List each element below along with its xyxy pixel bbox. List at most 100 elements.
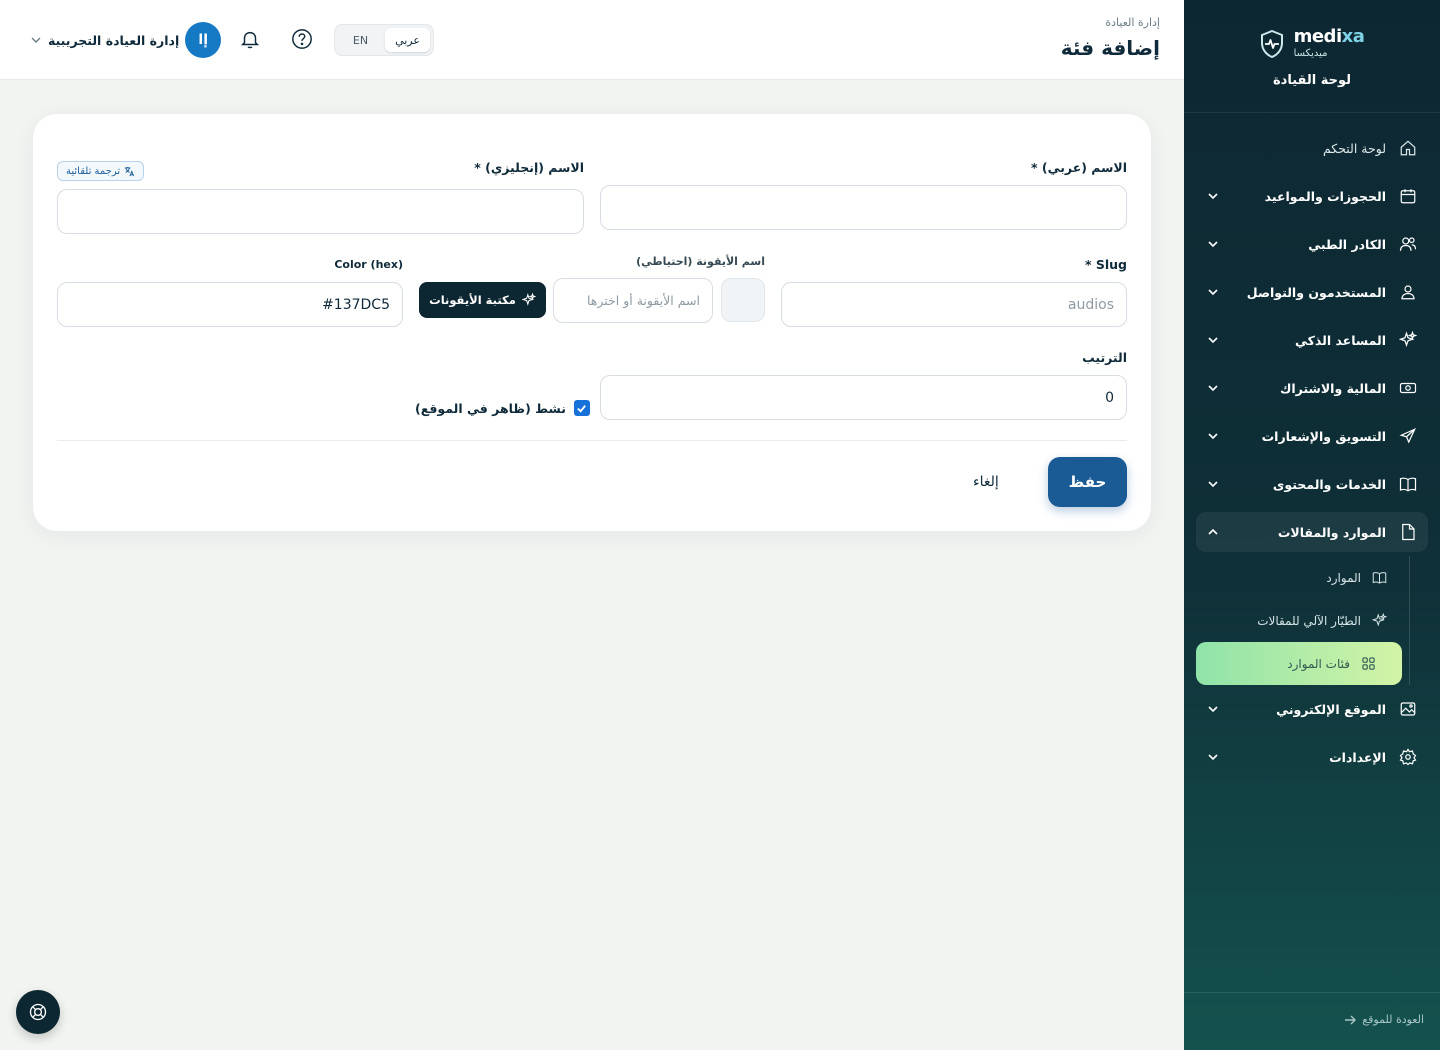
sidebar-subitem-resource-categories[interactable]: فئات الموارد [1196, 642, 1402, 685]
sidebar-item-medical-staff[interactable]: الكادر الطبي [1196, 220, 1428, 268]
calendar-icon [1398, 186, 1418, 206]
icon-name-label: اسم الأيقونة (احتياطي) [636, 255, 765, 268]
sidebar-item-settings[interactable]: الإعدادات [1196, 733, 1428, 781]
shield-logo-icon [1260, 29, 1283, 58]
chevron-down-icon [30, 31, 42, 50]
chevron-down-icon [1206, 702, 1220, 716]
slug-label: Slug * [1084, 257, 1127, 272]
chevron-down-icon [1206, 750, 1220, 764]
icon-name-input[interactable] [553, 278, 713, 323]
name-ar-input[interactable] [600, 185, 1127, 230]
sidebar-item-resources[interactable]: الموارد والمقالات [1196, 512, 1428, 552]
color-hex-input[interactable] [57, 282, 403, 327]
resources-subnav: الموارد الطيّار الآلي للمقالات فئات المو… [1196, 556, 1410, 685]
cancel-button[interactable]: إلغاء [973, 469, 999, 495]
sidebar-footer: العودة للموقع [1184, 992, 1440, 1050]
icon-preview [721, 278, 765, 322]
sparkles-icon [1371, 613, 1387, 629]
user-menu[interactable]: إدارة العيادة التجريبية إا [30, 22, 222, 58]
lang-ar-button[interactable]: عربي [385, 28, 430, 52]
sidebar-item-marketing[interactable]: التسويق والإشعارات [1196, 412, 1428, 460]
sidebar-item-dashboard[interactable]: لوحة التحكم [1196, 124, 1428, 172]
gear-icon [1398, 747, 1418, 767]
name-ar-label: الاسم (عربي) * [1030, 160, 1127, 175]
brand: medixa ميديكسا لوحة القيادة [1184, 28, 1440, 88]
top-header: إدارة العيادة إضافة فئة EN عربي إدارة ال… [0, 0, 1184, 80]
lifebuoy-icon [29, 1003, 47, 1021]
order-input[interactable] [600, 375, 1127, 420]
sidebar-item-label: الخدمات والمحتوى [1272, 476, 1386, 492]
accessibility-button[interactable] [16, 990, 60, 1034]
sparkles-icon [521, 293, 536, 306]
name-en-label: الاسم (إنجليزي) * [474, 160, 584, 175]
page-title: إضافة فئة [1060, 36, 1160, 60]
file-icon [1398, 522, 1418, 542]
image-icon [1398, 699, 1418, 719]
sidebar-item-label: التسويق والإشعارات [1261, 428, 1386, 444]
order-label: الترتيب [1082, 350, 1127, 365]
sidebar-item-users[interactable]: المستخدمون والتواصل [1196, 268, 1428, 316]
money-icon [1398, 378, 1418, 398]
name-en-input[interactable] [57, 189, 584, 234]
sidebar: medixa ميديكسا لوحة القيادة لوحة التحكم … [1184, 0, 1440, 1050]
icon-library-button[interactable]: مكتبة الأيقونات [419, 282, 546, 318]
sidebar-item-label: المالية والاشتراك [1279, 380, 1386, 396]
back-to-site-label: العودة للموقع [1362, 1013, 1424, 1026]
book-icon [1398, 474, 1418, 494]
lang-en-button[interactable]: EN [338, 28, 383, 52]
icon-library-label: مكتبة الأيقونات [429, 293, 516, 307]
sidebar-item-website[interactable]: الموقع الإلكتروني [1196, 685, 1428, 733]
sidebar-item-label: الموارد والمقالات [1277, 524, 1386, 540]
bell-icon[interactable] [237, 26, 263, 52]
chevron-down-icon [1206, 477, 1220, 491]
home-icon [1398, 138, 1418, 158]
sidebar-item-label: الموقع الإلكتروني [1276, 701, 1386, 717]
sidebar-subitem-label: فئات الموارد [1287, 656, 1350, 671]
save-button[interactable]: حفظ [1048, 457, 1127, 507]
user-name: إدارة العيادة التجريبية [48, 32, 180, 48]
active-label: نشط (ظاهر في الموقع) [415, 400, 566, 416]
grid-icon [1360, 656, 1376, 672]
brand-subtitle: ميديكسا [1293, 48, 1328, 59]
auto-translate-label: ترجمة تلقائية [66, 165, 121, 177]
sidebar-subitem-resources[interactable]: الموارد [1196, 556, 1399, 599]
chevron-up-icon [1206, 525, 1220, 539]
user-icon [1398, 282, 1418, 302]
avatar: إا [185, 22, 222, 58]
sidebar-subitem-label: الطيّار الآلي للمقالات [1257, 613, 1361, 628]
sidebar-nav: لوحة التحكم الحجوزات والمواعيد الكادر ال… [1196, 124, 1428, 781]
sidebar-item-label: الحجوزات والمواعيد [1264, 188, 1386, 204]
arrow-right-icon [1345, 1015, 1357, 1024]
sparkles-icon [1398, 330, 1418, 350]
sidebar-item-label: لوحة التحكم [1322, 140, 1386, 156]
chevron-down-icon [1206, 333, 1220, 347]
sidebar-item-bookings[interactable]: الحجوزات والمواعيد [1196, 172, 1428, 220]
chevron-down-icon [1206, 237, 1220, 251]
chevron-down-icon [1206, 285, 1220, 299]
help-icon[interactable] [289, 26, 315, 52]
sidebar-item-label: المساعد الذكي [1295, 332, 1386, 348]
book-open-icon [1371, 570, 1387, 586]
chevron-down-icon [1206, 381, 1220, 395]
sidebar-item-label: الكادر الطبي [1308, 236, 1386, 252]
sidebar-divider [1184, 112, 1440, 113]
sidebar-item-label: الإعدادات [1329, 749, 1386, 765]
sidebar-item-services[interactable]: الخدمات والمحتوى [1196, 460, 1428, 508]
language-switcher: EN عربي [334, 24, 434, 56]
back-to-site-link[interactable]: العودة للموقع [1344, 1013, 1424, 1026]
active-toggle[interactable]: نشط (ظاهر في الموقع) [415, 400, 590, 416]
breadcrumb[interactable]: إدارة العيادة [1105, 16, 1160, 29]
sidebar-item-label: المستخدمون والتواصل [1246, 284, 1386, 300]
active-checkbox[interactable] [573, 400, 590, 416]
slug-input[interactable] [781, 282, 1127, 327]
brand-row: medixa ميديكسا [1184, 28, 1440, 59]
form-divider [57, 440, 1127, 441]
sidebar-item-ai-assistant[interactable]: المساعد الذكي [1196, 316, 1428, 364]
translate-icon [125, 166, 135, 176]
brand-name: medixa [1293, 26, 1365, 47]
panel-title: لوحة القيادة [1272, 73, 1352, 88]
sidebar-item-finance[interactable]: المالية والاشتراك [1196, 364, 1428, 412]
auto-translate-button[interactable]: ترجمة تلقائية [57, 161, 145, 181]
sidebar-subitem-article-autopilot[interactable]: الطيّار الآلي للمقالات [1196, 599, 1399, 642]
users-icon [1398, 234, 1418, 254]
